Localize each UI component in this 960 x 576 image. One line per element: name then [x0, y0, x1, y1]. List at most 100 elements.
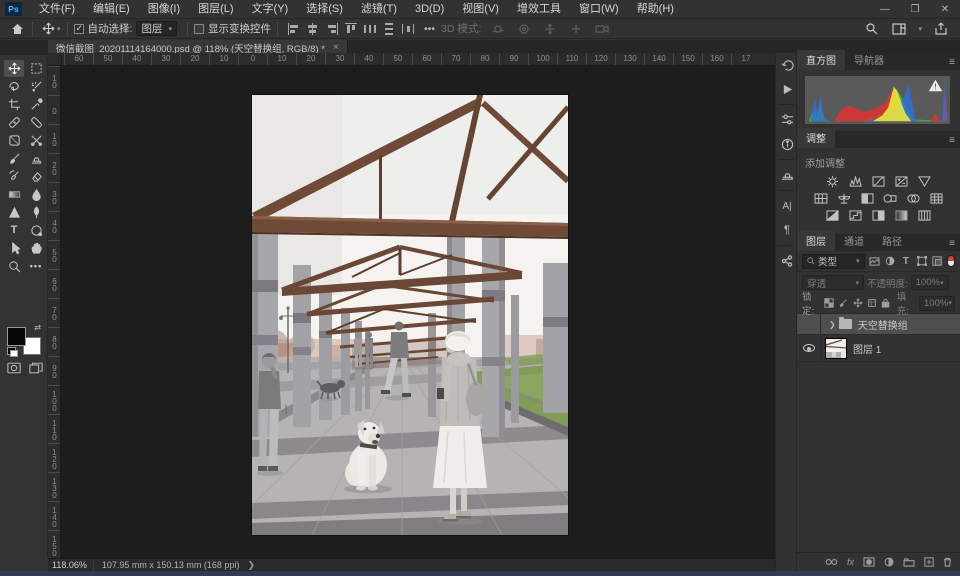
actions-icon[interactable]	[776, 77, 798, 101]
hue-saturation-icon[interactable]	[814, 192, 829, 205]
invert-icon[interactable]	[825, 209, 840, 222]
distribute-spacing-icon[interactable]	[402, 23, 414, 35]
delete-layer-icon[interactable]	[943, 557, 952, 567]
new-group-icon[interactable]	[903, 558, 915, 567]
3d-slide-icon[interactable]	[567, 21, 585, 37]
new-layer-icon[interactable]	[924, 557, 934, 567]
3d-roll-icon[interactable]	[515, 21, 533, 37]
default-colors-icon[interactable]	[7, 347, 16, 355]
eyedropper-tool[interactable]	[26, 96, 46, 113]
tab-channels[interactable]: 通道	[835, 231, 873, 251]
tab-close-icon[interactable]: ×	[333, 42, 339, 53]
menu-item[interactable]: 3D(D)	[406, 0, 453, 19]
menu-item[interactable]: 图层(L)	[189, 0, 242, 19]
eraser-tool[interactable]	[26, 168, 46, 185]
dodge-tool[interactable]	[4, 204, 24, 221]
threshold-icon[interactable]	[871, 209, 886, 222]
gradient-map-icon[interactable]	[894, 209, 909, 222]
fill-value[interactable]: 100%▾	[919, 296, 955, 311]
tab-layers[interactable]: 图层	[797, 231, 835, 251]
filter-smart-objects-icon[interactable]	[931, 255, 943, 267]
panel-menu-icon[interactable]: ≡	[949, 135, 955, 146]
curves-icon[interactable]	[871, 175, 886, 188]
selective-color-icon[interactable]	[917, 209, 932, 222]
filter-pixel-layers-icon[interactable]	[869, 255, 881, 267]
panel-menu-icon[interactable]: ≡	[949, 238, 955, 249]
opacity-value[interactable]: 100%▾	[911, 275, 949, 290]
tool-preset-caret[interactable]: ▾	[57, 25, 61, 33]
search-icon[interactable]	[862, 21, 880, 37]
type-tool[interactable]: T	[4, 222, 24, 239]
3d-orbit-icon[interactable]	[489, 21, 507, 37]
tab-paths[interactable]: 路径	[873, 231, 911, 251]
show-transform-checkbox[interactable]	[194, 24, 204, 34]
auto-select-checkbox[interactable]	[74, 24, 84, 34]
visibility-toggle[interactable]	[797, 314, 821, 334]
tab-histogram[interactable]: 直方图	[797, 50, 845, 70]
menu-item[interactable]: 编辑(E)	[84, 0, 139, 19]
brightness-contrast-icon[interactable]	[825, 175, 840, 188]
move-tool[interactable]	[4, 60, 24, 77]
zoom-level-field[interactable]: 118.06%	[48, 559, 94, 571]
tab-navigator[interactable]: 导航器	[845, 50, 893, 70]
character-icon[interactable]: A|	[776, 194, 798, 218]
document-canvas-image[interactable]	[252, 95, 568, 535]
share-icon[interactable]	[932, 21, 950, 37]
channel-mixer-icon[interactable]	[906, 192, 921, 205]
marquee-tool[interactable]	[26, 60, 46, 77]
blur-tool[interactable]	[26, 186, 46, 203]
home-icon[interactable]	[8, 21, 26, 37]
3d-pan-icon[interactable]	[541, 21, 559, 37]
options-ellipsis[interactable]: •••	[424, 23, 435, 35]
hand-tool[interactable]	[26, 240, 46, 257]
path-select-tool[interactable]	[4, 240, 24, 257]
menu-item[interactable]: 选择(S)	[297, 0, 352, 19]
menu-item[interactable]: 图像(I)	[139, 0, 189, 19]
layer-filter-toggle[interactable]	[947, 255, 955, 267]
distribute-v-icon[interactable]	[383, 23, 395, 35]
lock-position-icon[interactable]	[852, 297, 862, 309]
properties-icon[interactable]	[776, 108, 798, 132]
foreground-color-swatch[interactable]	[7, 327, 26, 346]
posterize-icon[interactable]	[848, 209, 863, 222]
link-layers-icon[interactable]	[825, 558, 838, 566]
black-white-icon[interactable]	[860, 192, 875, 205]
swap-colors-icon[interactable]: ⇄	[34, 323, 41, 332]
menu-item[interactable]: 文字(Y)	[243, 0, 298, 19]
close-button[interactable]: ✕	[930, 0, 960, 19]
layer-name[interactable]: 天空替换组	[858, 317, 908, 332]
lock-artboard-icon[interactable]	[867, 297, 877, 309]
workspace-caret[interactable]: ▾	[918, 25, 922, 33]
pen-tool[interactable]	[26, 204, 46, 221]
status-options-chevron[interactable]: ❯	[247, 560, 255, 571]
history-icon[interactable]	[776, 53, 798, 77]
zoom-tool[interactable]	[4, 258, 24, 275]
paragraph-icon[interactable]: ¶	[776, 218, 798, 242]
menu-item[interactable]: 窗口(W)	[570, 0, 628, 19]
align-left-icon[interactable]	[288, 23, 300, 35]
visibility-toggle[interactable]	[797, 335, 821, 361]
filter-adjustment-layers-icon[interactable]	[884, 255, 896, 267]
lasso-tool[interactable]	[4, 78, 24, 95]
vibrance-icon[interactable]	[917, 175, 932, 188]
filter-type-layers-icon[interactable]: T	[900, 255, 912, 267]
ruler-origin-corner[interactable]	[48, 53, 62, 66]
workspace-switcher-icon[interactable]	[890, 21, 908, 37]
layer-row-layer1[interactable]: 图层 1	[797, 335, 960, 362]
color-balance-icon[interactable]	[837, 192, 852, 205]
tab-adjustments[interactable]: 调整	[797, 128, 835, 148]
distribute-h-icon[interactable]	[364, 23, 376, 35]
layer-thumbnail[interactable]	[825, 338, 847, 359]
layer-row-group[interactable]: ❯ 天空替换组	[797, 314, 960, 335]
lock-all-icon[interactable]	[881, 297, 891, 309]
add-mask-icon[interactable]	[863, 557, 875, 567]
restore-button[interactable]: ❐	[900, 0, 930, 19]
magic-wand-tool[interactable]	[26, 78, 46, 95]
menu-item[interactable]: 视图(V)	[453, 0, 508, 19]
menu-item[interactable]: 帮助(H)	[628, 0, 683, 19]
gradient-tool[interactable]	[4, 186, 24, 203]
menu-item[interactable]: 增效工具	[508, 0, 570, 19]
layer-style-icon[interactable]: fx	[847, 557, 854, 567]
move-tool-icon[interactable]	[39, 21, 57, 37]
align-top-icon[interactable]	[345, 23, 357, 35]
